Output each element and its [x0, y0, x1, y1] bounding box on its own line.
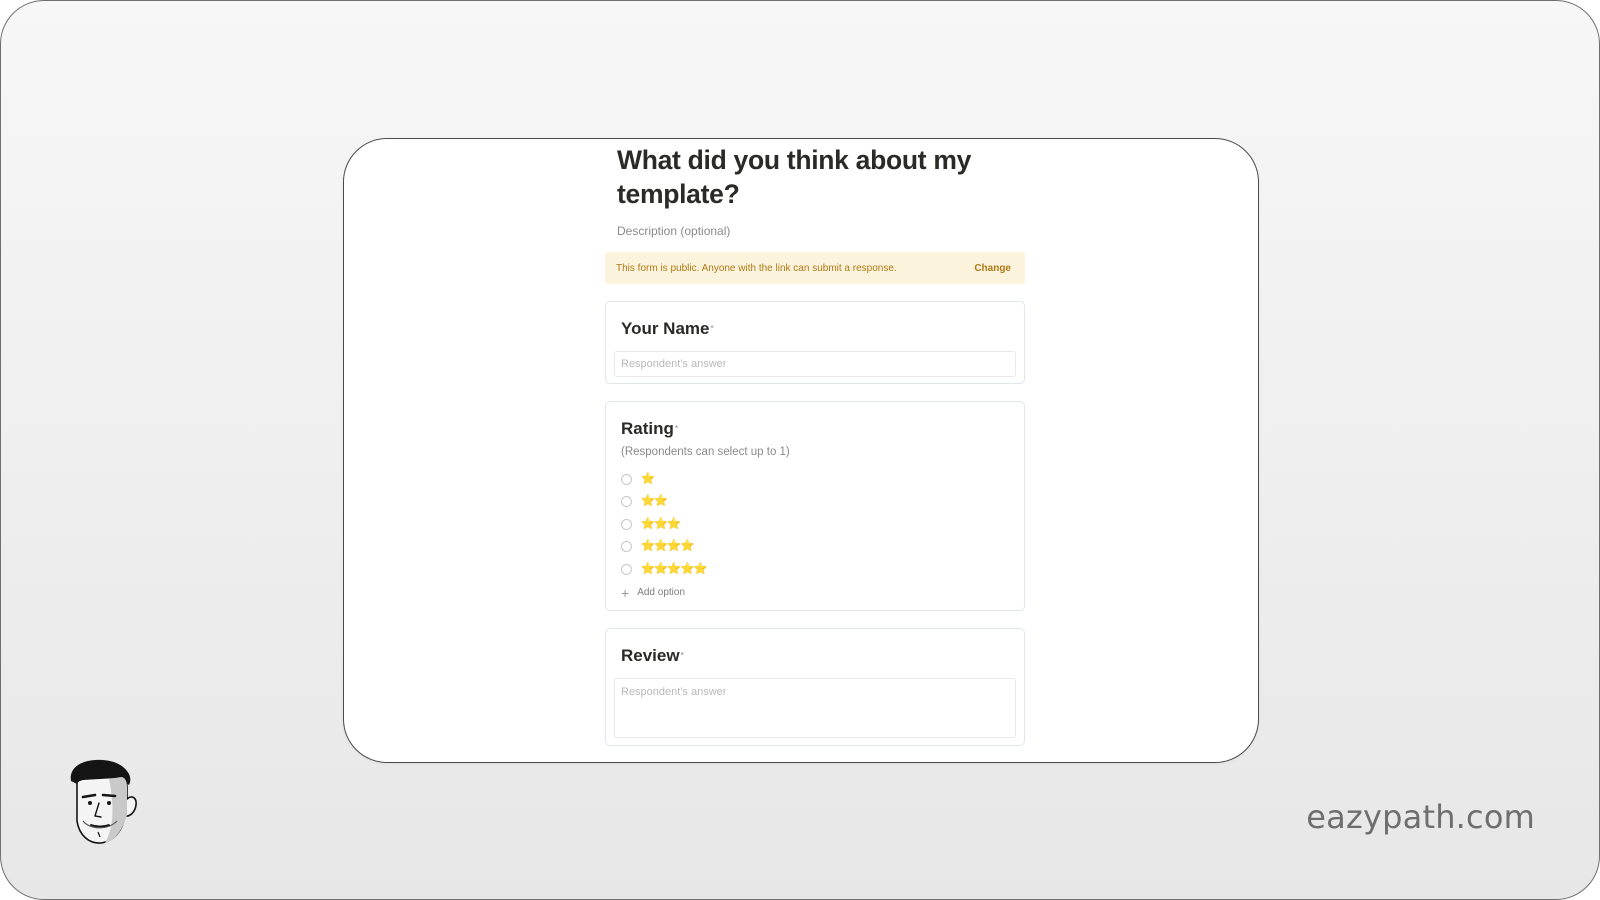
add-option-button[interactable]: + Add option: [621, 584, 1016, 602]
star-icon-label: ⭐⭐⭐⭐⭐: [641, 562, 707, 575]
question-title[interactable]: Review*: [621, 646, 1016, 666]
star-icon-label: ⭐⭐⭐: [641, 517, 681, 530]
question-card-rating: Rating* (Respondents can select up to 1)…: [605, 401, 1025, 611]
presentation-frame: What did you think about my template? De…: [0, 0, 1600, 900]
public-form-notice: This form is public. Anyone with the lin…: [605, 252, 1025, 284]
question-title-text: Review: [621, 646, 680, 665]
change-visibility-button[interactable]: Change: [974, 263, 1011, 274]
radio-button[interactable]: [621, 541, 632, 553]
question-card-review: Review* Respondent's answer: [605, 628, 1025, 746]
required-mark: *: [680, 651, 684, 660]
form-column: What did you think about my template? De…: [605, 139, 1025, 746]
form-window: What did you think about my template? De…: [343, 138, 1259, 763]
rating-options: ⭐ ⭐⭐ ⭐⭐⭐ ⭐⭐⭐⭐ ⭐⭐⭐⭐⭐: [621, 468, 1016, 581]
site-brand[interactable]: eazypath.com: [1306, 798, 1535, 836]
notice-text: This form is public. Anyone with the lin…: [616, 262, 897, 274]
radio-button[interactable]: [621, 496, 632, 508]
radio-button[interactable]: [621, 518, 632, 530]
rating-option-1[interactable]: ⭐: [621, 468, 1016, 491]
radio-button[interactable]: [621, 563, 632, 575]
form-title[interactable]: What did you think about my template?: [617, 143, 1017, 211]
add-option-label: Add option: [637, 587, 686, 598]
rating-option-4[interactable]: ⭐⭐⭐⭐: [621, 536, 1016, 559]
answer-placeholder: Respondent's answer: [621, 358, 727, 370]
selection-limit-note: (Respondents can select up to 1): [621, 446, 790, 458]
review-answer-textarea[interactable]: Respondent's answer: [614, 678, 1016, 738]
rating-option-5[interactable]: ⭐⭐⭐⭐⭐: [621, 558, 1016, 581]
star-icon-label: ⭐⭐: [641, 495, 668, 508]
answer-placeholder: Respondent's answer: [621, 686, 727, 698]
question-title[interactable]: Rating*: [621, 419, 1016, 439]
radio-button[interactable]: [621, 473, 632, 485]
plus-icon: +: [621, 584, 630, 601]
name-answer-input[interactable]: Respondent's answer: [614, 351, 1016, 377]
avatar-illustration-icon: [70, 759, 137, 844]
question-title-text: Rating: [621, 419, 674, 438]
rating-option-2[interactable]: ⭐⭐: [621, 491, 1016, 514]
question-card-name: Your Name* Respondent's answer: [605, 301, 1025, 384]
star-icon-label: ⭐⭐⭐⭐: [641, 540, 694, 553]
required-mark: *: [674, 424, 679, 433]
question-title[interactable]: Your Name*: [621, 319, 1016, 339]
question-title-text: Your Name: [621, 319, 710, 338]
rating-option-3[interactable]: ⭐⭐⭐: [621, 513, 1016, 536]
form-description[interactable]: Description (optional): [617, 224, 1025, 238]
required-mark: *: [710, 324, 714, 333]
star-icon-label: ⭐: [641, 472, 655, 485]
